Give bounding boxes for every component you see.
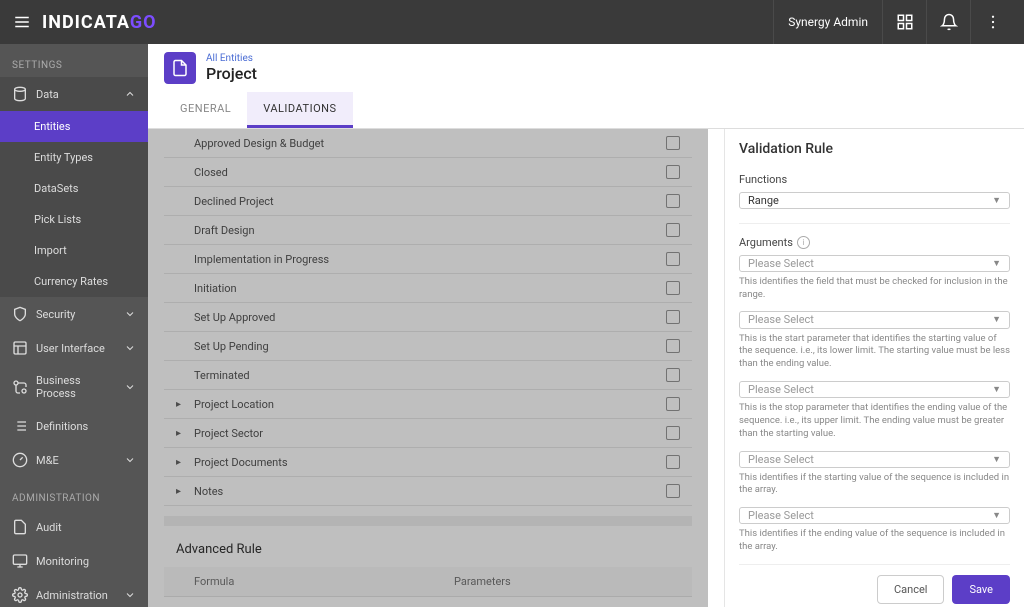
sidebar-item-def[interactable]: Definitions <box>0 409 148 443</box>
arg-hint-1: This identifies the field that must be c… <box>739 276 1010 302</box>
monitor-icon <box>12 553 28 569</box>
checkbox[interactable] <box>666 165 680 179</box>
checkbox[interactable] <box>666 455 680 469</box>
sidebar-item-admin[interactable]: Administration <box>0 578 148 607</box>
tab-validations[interactable]: VALIDATIONS <box>247 92 352 128</box>
list-item[interactable]: Approved Design & Budget <box>164 129 692 158</box>
sidebar-item-ui[interactable]: User Interface <box>0 331 148 365</box>
arg-select-3[interactable]: Please Select▼ <box>739 381 1010 398</box>
checkbox[interactable] <box>666 194 680 208</box>
breadcrumb-link[interactable]: All Entities <box>206 53 257 64</box>
shield-icon <box>12 306 28 322</box>
advanced-rule-row[interactable]: Greater than End Date, Start Date, false <box>164 597 692 607</box>
apps-icon[interactable] <box>882 0 926 44</box>
functions-label: Functions <box>739 173 1010 186</box>
sidebar-item-bp[interactable]: Business Process <box>0 365 148 409</box>
page-title: Project <box>206 64 257 83</box>
checkbox[interactable] <box>666 252 680 266</box>
bell-icon[interactable] <box>926 0 970 44</box>
sidebar-sub-import[interactable]: Import <box>0 235 148 266</box>
checkbox[interactable] <box>666 484 680 498</box>
checkbox[interactable] <box>666 310 680 324</box>
checkbox[interactable] <box>666 223 680 237</box>
sidebar-item-monitoring[interactable]: Monitoring <box>0 544 148 578</box>
sidebar-section-settings: SETTINGS <box>0 44 148 77</box>
arg-hint-3: This is the stop parameter that identifi… <box>739 402 1010 440</box>
chevron-up-icon <box>124 88 136 100</box>
list-item[interactable]: Project Sector <box>164 419 692 448</box>
chevron-down-icon <box>124 454 136 466</box>
validation-rule-panel: Validation Rule Functions Range▼ Argumen… <box>724 129 1024 607</box>
col-params: Parameters <box>454 575 511 588</box>
info-icon[interactable]: i <box>797 236 810 249</box>
layout-icon <box>12 340 28 356</box>
user-menu[interactable]: Synergy Admin <box>773 0 882 44</box>
col-formula: Formula <box>194 575 454 588</box>
sidebar: SETTINGS Data Entities Entity Types Data… <box>0 44 148 607</box>
arg-select-4[interactable]: Please Select▼ <box>739 451 1010 468</box>
cancel-button[interactable]: Cancel <box>877 575 944 604</box>
sidebar-sub-currency[interactable]: Currency Rates <box>0 266 148 297</box>
function-select[interactable]: Range▼ <box>739 192 1010 209</box>
arg-hint-2: This is the start parameter that identif… <box>739 333 1010 371</box>
checkbox[interactable] <box>666 368 680 382</box>
list-item[interactable]: Initiation <box>164 274 692 303</box>
checkbox[interactable] <box>666 339 680 353</box>
list-item[interactable]: Project Documents <box>164 448 692 477</box>
sidebar-sub-picklists[interactable]: Pick Lists <box>0 204 148 235</box>
panel-title: Validation Rule <box>739 141 1010 157</box>
checkbox[interactable] <box>666 426 680 440</box>
arg-select-5[interactable]: Please Select▼ <box>739 507 1010 524</box>
arg-select-2[interactable]: Please Select▼ <box>739 311 1010 328</box>
file-icon <box>12 519 28 535</box>
arg-hint-5: This identifies if the ending value of t… <box>739 528 1010 554</box>
sidebar-item-security[interactable]: Security <box>0 297 148 331</box>
list-icon <box>12 418 28 434</box>
sidebar-item-audit[interactable]: Audit <box>0 510 148 544</box>
chevron-down-icon <box>124 381 136 393</box>
checkbox[interactable] <box>666 281 680 295</box>
list-item[interactable]: Set Up Approved <box>164 303 692 332</box>
advanced-rule-title: Advanced Rule <box>164 516 692 567</box>
sidebar-section-admin: ADMINISTRATION <box>0 477 148 510</box>
arguments-label: Arguments i <box>739 236 1010 249</box>
chevron-down-icon <box>124 589 136 601</box>
page-entity-icon <box>164 52 196 84</box>
gauge-icon <box>12 452 28 468</box>
list-item[interactable]: Set Up Pending <box>164 332 692 361</box>
chevron-down-icon: ▼ <box>992 195 1001 206</box>
more-icon[interactable] <box>970 0 1014 44</box>
sidebar-item-me[interactable]: M&E <box>0 443 148 477</box>
checkbox[interactable] <box>666 397 680 411</box>
list-item[interactable]: Draft Design <box>164 216 692 245</box>
flow-icon <box>12 379 28 395</box>
save-button[interactable]: Save <box>952 575 1010 604</box>
sidebar-sub-datasets[interactable]: DataSets <box>0 173 148 204</box>
list-item[interactable]: Implementation in Progress <box>164 245 692 274</box>
arg-hint-4: This identifies if the starting value of… <box>739 472 1010 498</box>
sidebar-sub-entities[interactable]: Entities <box>0 111 148 142</box>
list-item[interactable]: Terminated <box>164 361 692 390</box>
arg-select-1[interactable]: Please Select▼ <box>739 255 1010 272</box>
gear-icon <box>12 587 28 603</box>
logo: INDICATAGO <box>42 12 157 33</box>
tab-general[interactable]: GENERAL <box>164 92 247 128</box>
chevron-down-icon <box>124 308 136 320</box>
list-item[interactable]: Notes <box>164 477 692 506</box>
menu-toggle[interactable] <box>10 10 34 34</box>
checkbox[interactable] <box>666 136 680 150</box>
chevron-down-icon <box>124 342 136 354</box>
list-item[interactable]: Closed <box>164 158 692 187</box>
sidebar-sub-entity-types[interactable]: Entity Types <box>0 142 148 173</box>
list-item[interactable]: Declined Project <box>164 187 692 216</box>
sidebar-item-data[interactable]: Data <box>0 77 148 111</box>
database-icon <box>12 86 28 102</box>
list-item[interactable]: Project Location <box>164 390 692 419</box>
validation-list: Approved Design & BudgetClosedDeclined P… <box>148 129 708 607</box>
